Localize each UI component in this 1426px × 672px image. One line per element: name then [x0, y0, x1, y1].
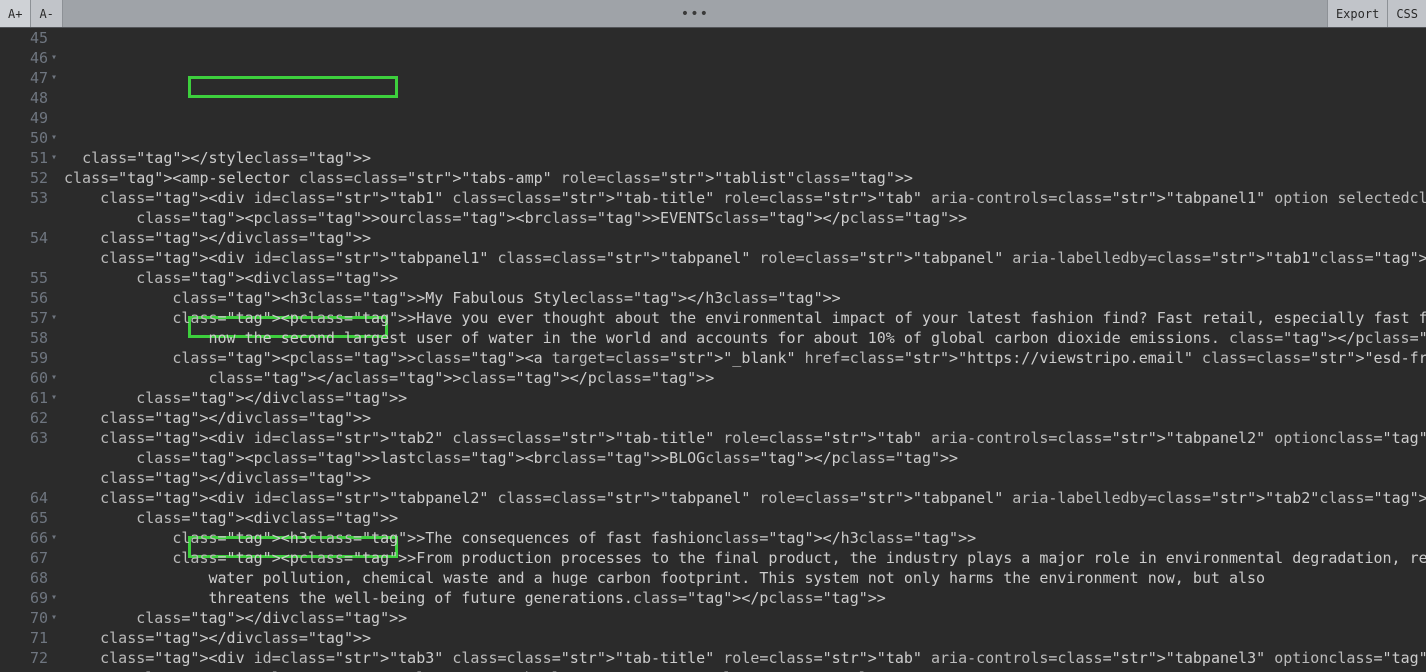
code-line[interactable]: threatens the well-being of future gener…	[64, 588, 1426, 608]
line-number: 53	[0, 188, 48, 208]
code-line[interactable]: class="tag"><h3class="tag">>My Fabulous …	[64, 288, 1426, 308]
toolbar-more-icon[interactable]: •••	[63, 0, 1327, 27]
code-line[interactable]: class="tag"></styleclass="tag">>	[64, 148, 1426, 168]
line-number: 45	[0, 28, 48, 48]
line-number: 63	[0, 428, 48, 448]
line-number: 72	[0, 648, 48, 668]
code-line[interactable]: class="tag"><divclass="tag">>	[64, 268, 1426, 288]
line-number: 64	[0, 488, 48, 508]
line-number: 62	[0, 408, 48, 428]
code-line[interactable]: class="tag"></divclass="tag">>	[64, 408, 1426, 428]
code-line[interactable]: class="tag"></aclass="tag">>class="tag">…	[64, 368, 1426, 388]
code-line[interactable]: class="tag"><pclass="tag">>ourclass="tag…	[64, 208, 1426, 228]
code-line[interactable]: class="tag"><div id=class="str">"tab3" c…	[64, 648, 1426, 668]
code-line[interactable]: class="tag"></divclass="tag">>	[64, 628, 1426, 648]
line-number: 52	[0, 168, 48, 188]
code-line[interactable]: class="tag"><div id=class="str">"tabpane…	[64, 488, 1426, 508]
line-number: 46	[0, 48, 48, 68]
line-number: 51	[0, 148, 48, 168]
code-line[interactable]: class="tag"><pclass="tag">>ourclass="tag…	[64, 668, 1426, 672]
code-line[interactable]: class="tag"><div id=class="str">"tabpane…	[64, 248, 1426, 268]
line-number: 47	[0, 68, 48, 88]
code-line[interactable]: class="tag"><amp-selector class=class="s…	[64, 168, 1426, 188]
line-number: 65	[0, 508, 48, 528]
code-line[interactable]: class="tag"><div id=class="str">"tab1" c…	[64, 188, 1426, 208]
line-number: 56	[0, 288, 48, 308]
line-number: 59	[0, 348, 48, 368]
line-number-gutter: 454647484950515253 54 555657585960616263 64…	[0, 28, 58, 672]
line-number: 67	[0, 548, 48, 568]
line-number: 69	[0, 588, 48, 608]
code-line[interactable]: class="tag"><div id=class="str">"tab2" c…	[64, 428, 1426, 448]
code-line[interactable]: class="tag"><divclass="tag">>	[64, 508, 1426, 528]
line-number: 55	[0, 268, 48, 288]
line-number: 61	[0, 388, 48, 408]
code-area[interactable]: class="tag"></styleclass="tag">>class="t…	[58, 28, 1426, 672]
line-number	[0, 248, 48, 268]
line-number: 48	[0, 88, 48, 108]
line-number: 58	[0, 328, 48, 348]
code-line[interactable]: class="tag"></divclass="tag">>	[64, 388, 1426, 408]
toolbar: A+ A- ••• Export CSS	[0, 0, 1426, 28]
code-line[interactable]: class="tag"><pclass="tag">>class="tag"><…	[64, 348, 1426, 368]
code-line[interactable]: water pollution, chemical waste and a hu…	[64, 568, 1426, 588]
code-editor[interactable]: 454647484950515253 54 555657585960616263 64…	[0, 28, 1426, 672]
css-button[interactable]: CSS	[1387, 0, 1426, 27]
line-number: 71	[0, 628, 48, 648]
line-number: 60	[0, 368, 48, 388]
highlight-box	[188, 76, 398, 98]
line-number	[0, 448, 48, 468]
line-number: 49	[0, 108, 48, 128]
line-number: 66	[0, 528, 48, 548]
code-line[interactable]: class="tag"></divclass="tag">>	[64, 608, 1426, 628]
line-number: 50	[0, 128, 48, 148]
line-number: 68	[0, 568, 48, 588]
code-line[interactable]: class="tag"></divclass="tag">>	[64, 468, 1426, 488]
code-line[interactable]: now the second largest user of water in …	[64, 328, 1426, 348]
zoom-in-button[interactable]: A+	[0, 0, 31, 27]
line-number: 57	[0, 308, 48, 328]
line-number: 70	[0, 608, 48, 628]
code-line[interactable]: class="tag"><pclass="tag">>From producti…	[64, 548, 1426, 568]
zoom-out-button[interactable]: A-	[31, 0, 62, 27]
code-line[interactable]: class="tag"><pclass="tag">>Have you ever…	[64, 308, 1426, 328]
code-line[interactable]: class="tag"><h3class="tag">>The conseque…	[64, 528, 1426, 548]
code-line[interactable]: class="tag"></divclass="tag">>	[64, 228, 1426, 248]
line-number	[0, 208, 48, 228]
line-number	[0, 468, 48, 488]
line-number: 54	[0, 228, 48, 248]
export-button[interactable]: Export	[1327, 0, 1387, 27]
code-line[interactable]: class="tag"><pclass="tag">>lastclass="ta…	[64, 448, 1426, 468]
